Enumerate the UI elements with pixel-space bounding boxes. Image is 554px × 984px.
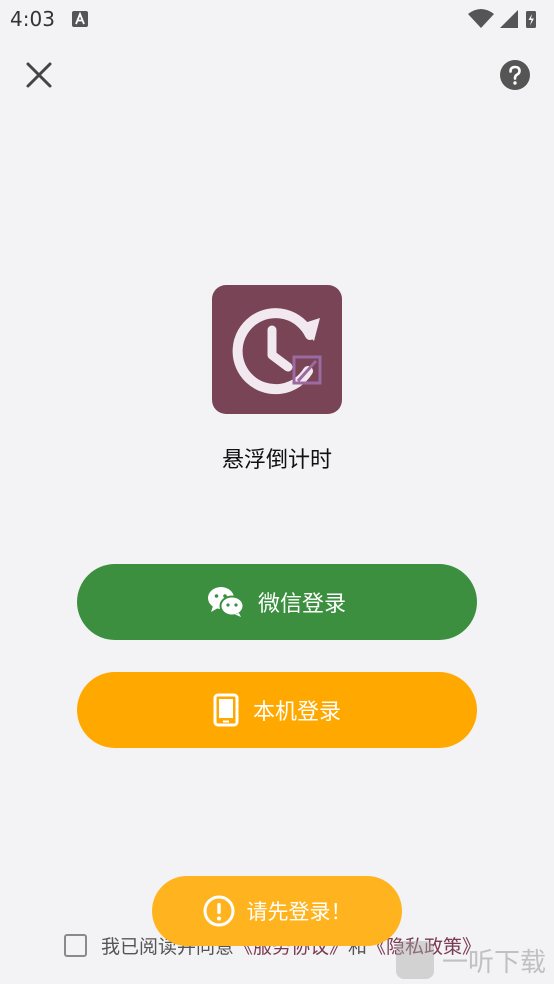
close-icon[interactable]: [22, 58, 56, 92]
status-bar: 4:03: [0, 0, 554, 38]
alert-icon: [203, 895, 234, 927]
app-logo: [212, 285, 342, 414]
watermark: 一听下载: [396, 938, 546, 982]
signal-icon: [500, 10, 518, 28]
notification-a-icon: [72, 11, 88, 27]
local-login-button[interactable]: 本机登录: [77, 672, 477, 748]
wechat-login-label: 微信登录: [257, 592, 346, 617]
watermark-text: 一听下载: [442, 947, 547, 978]
status-time: 4:03: [10, 7, 55, 31]
timer-refresh-icon: [232, 308, 322, 395]
wifi-icon: [468, 9, 494, 28]
help-icon[interactable]: [500, 60, 530, 90]
app-name: 悬浮倒计时: [221, 448, 332, 473]
toast-message: 请先登录！: [152, 876, 402, 946]
tablet-icon: [213, 693, 239, 727]
system-status-icons: [468, 9, 536, 28]
watermark-logo: [396, 941, 434, 979]
wechat-login-button[interactable]: 微信登录: [77, 564, 477, 640]
toast-text: 请先登录！: [246, 900, 352, 924]
agreement-checkbox[interactable]: [64, 933, 87, 957]
local-login-label: 本机登录: [252, 700, 341, 725]
wechat-icon: [207, 587, 244, 617]
